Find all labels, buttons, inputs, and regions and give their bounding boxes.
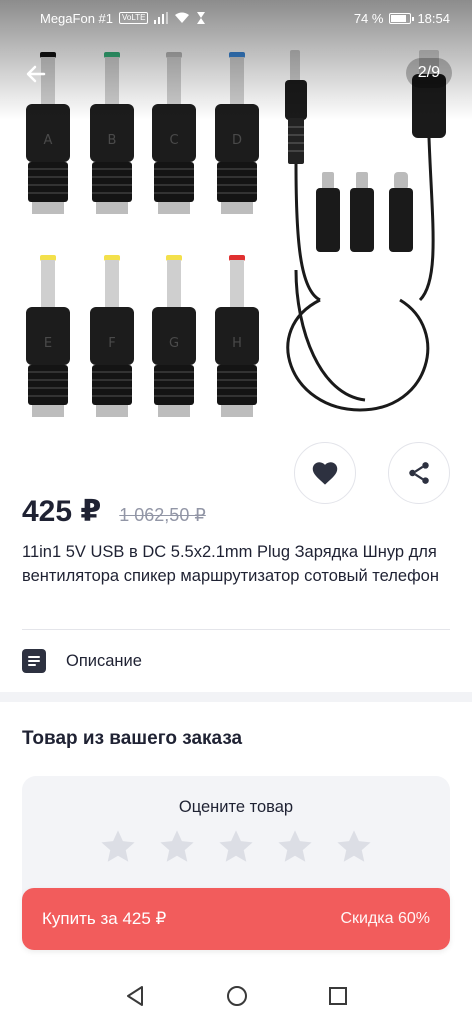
star-icon[interactable]	[276, 828, 314, 866]
dc-plug-e: E	[26, 255, 70, 417]
battery-icon	[389, 12, 415, 24]
status-bar: MegaFon #1 VoLTE 74 % 18:54	[0, 0, 472, 36]
current-price: 425 ₽	[22, 495, 102, 528]
dc-plug-g: G	[152, 255, 196, 417]
divider	[22, 629, 450, 630]
product-gallery[interactable]: A B C D E F G H 2/9	[0, 0, 472, 430]
system-nav-bar	[0, 968, 472, 1024]
dc-plug-h: H	[215, 255, 259, 417]
arrow-left-icon	[26, 65, 46, 83]
rating-stars	[22, 828, 450, 866]
discount-label: Скидка 60%	[340, 910, 430, 927]
star-icon[interactable]	[335, 828, 373, 866]
back-button[interactable]	[18, 56, 54, 92]
share-icon	[409, 462, 429, 484]
favorite-button[interactable]	[294, 442, 356, 504]
wifi-icon	[175, 12, 190, 23]
svg-text:D: D	[232, 133, 242, 148]
nav-back-icon[interactable]	[124, 985, 146, 1007]
share-button[interactable]	[388, 442, 450, 504]
old-price: 1 062,50 ₽	[119, 505, 206, 525]
svg-text:F: F	[108, 336, 115, 351]
status-left: MegaFon #1 VoLTE	[40, 11, 206, 26]
svg-text:E: E	[44, 336, 52, 351]
section-separator	[0, 692, 472, 702]
clock: 18:54	[417, 10, 450, 26]
description-row[interactable]: Описание	[22, 640, 142, 682]
buy-button[interactable]: Купить за 425 ₽ Скидка 60%	[22, 888, 450, 950]
star-icon[interactable]	[217, 828, 255, 866]
svg-text:A: A	[44, 133, 53, 148]
battery-percent: 74 %	[353, 10, 384, 26]
dc-plug-f: F	[90, 255, 134, 417]
document-icon	[22, 649, 46, 673]
nav-home-icon[interactable]	[226, 985, 248, 1007]
svg-text:B: B	[108, 133, 117, 148]
svg-text:G: G	[169, 336, 179, 351]
signal-icon	[154, 12, 169, 24]
price-row: 425 ₽ 1 062,50 ₽	[22, 494, 206, 529]
status-right: 74 % 18:54	[354, 11, 450, 26]
star-icon[interactable]	[158, 828, 196, 866]
svg-text:H: H	[232, 336, 242, 351]
description-label: Описание	[66, 651, 142, 670]
star-icon[interactable]	[99, 828, 137, 866]
heart-icon	[312, 462, 338, 485]
carrier-name: MegaFon #1	[40, 10, 113, 26]
volte-badge: VoLTE	[119, 12, 149, 24]
nav-recents-icon[interactable]	[328, 986, 348, 1006]
rate-label: Оцените товар	[178, 798, 294, 816]
product-title: 11in1 5V USB в DC 5.5x2.1mm Plug Зарядка…	[22, 543, 439, 585]
gallery-counter: 2/9	[405, 58, 452, 88]
svg-text:C: C	[169, 133, 178, 148]
hourglass-icon	[197, 12, 206, 24]
buy-button-label: Купить за 425 ₽	[42, 909, 167, 928]
order-section-title: Товар из вашего заказа	[22, 728, 243, 749]
